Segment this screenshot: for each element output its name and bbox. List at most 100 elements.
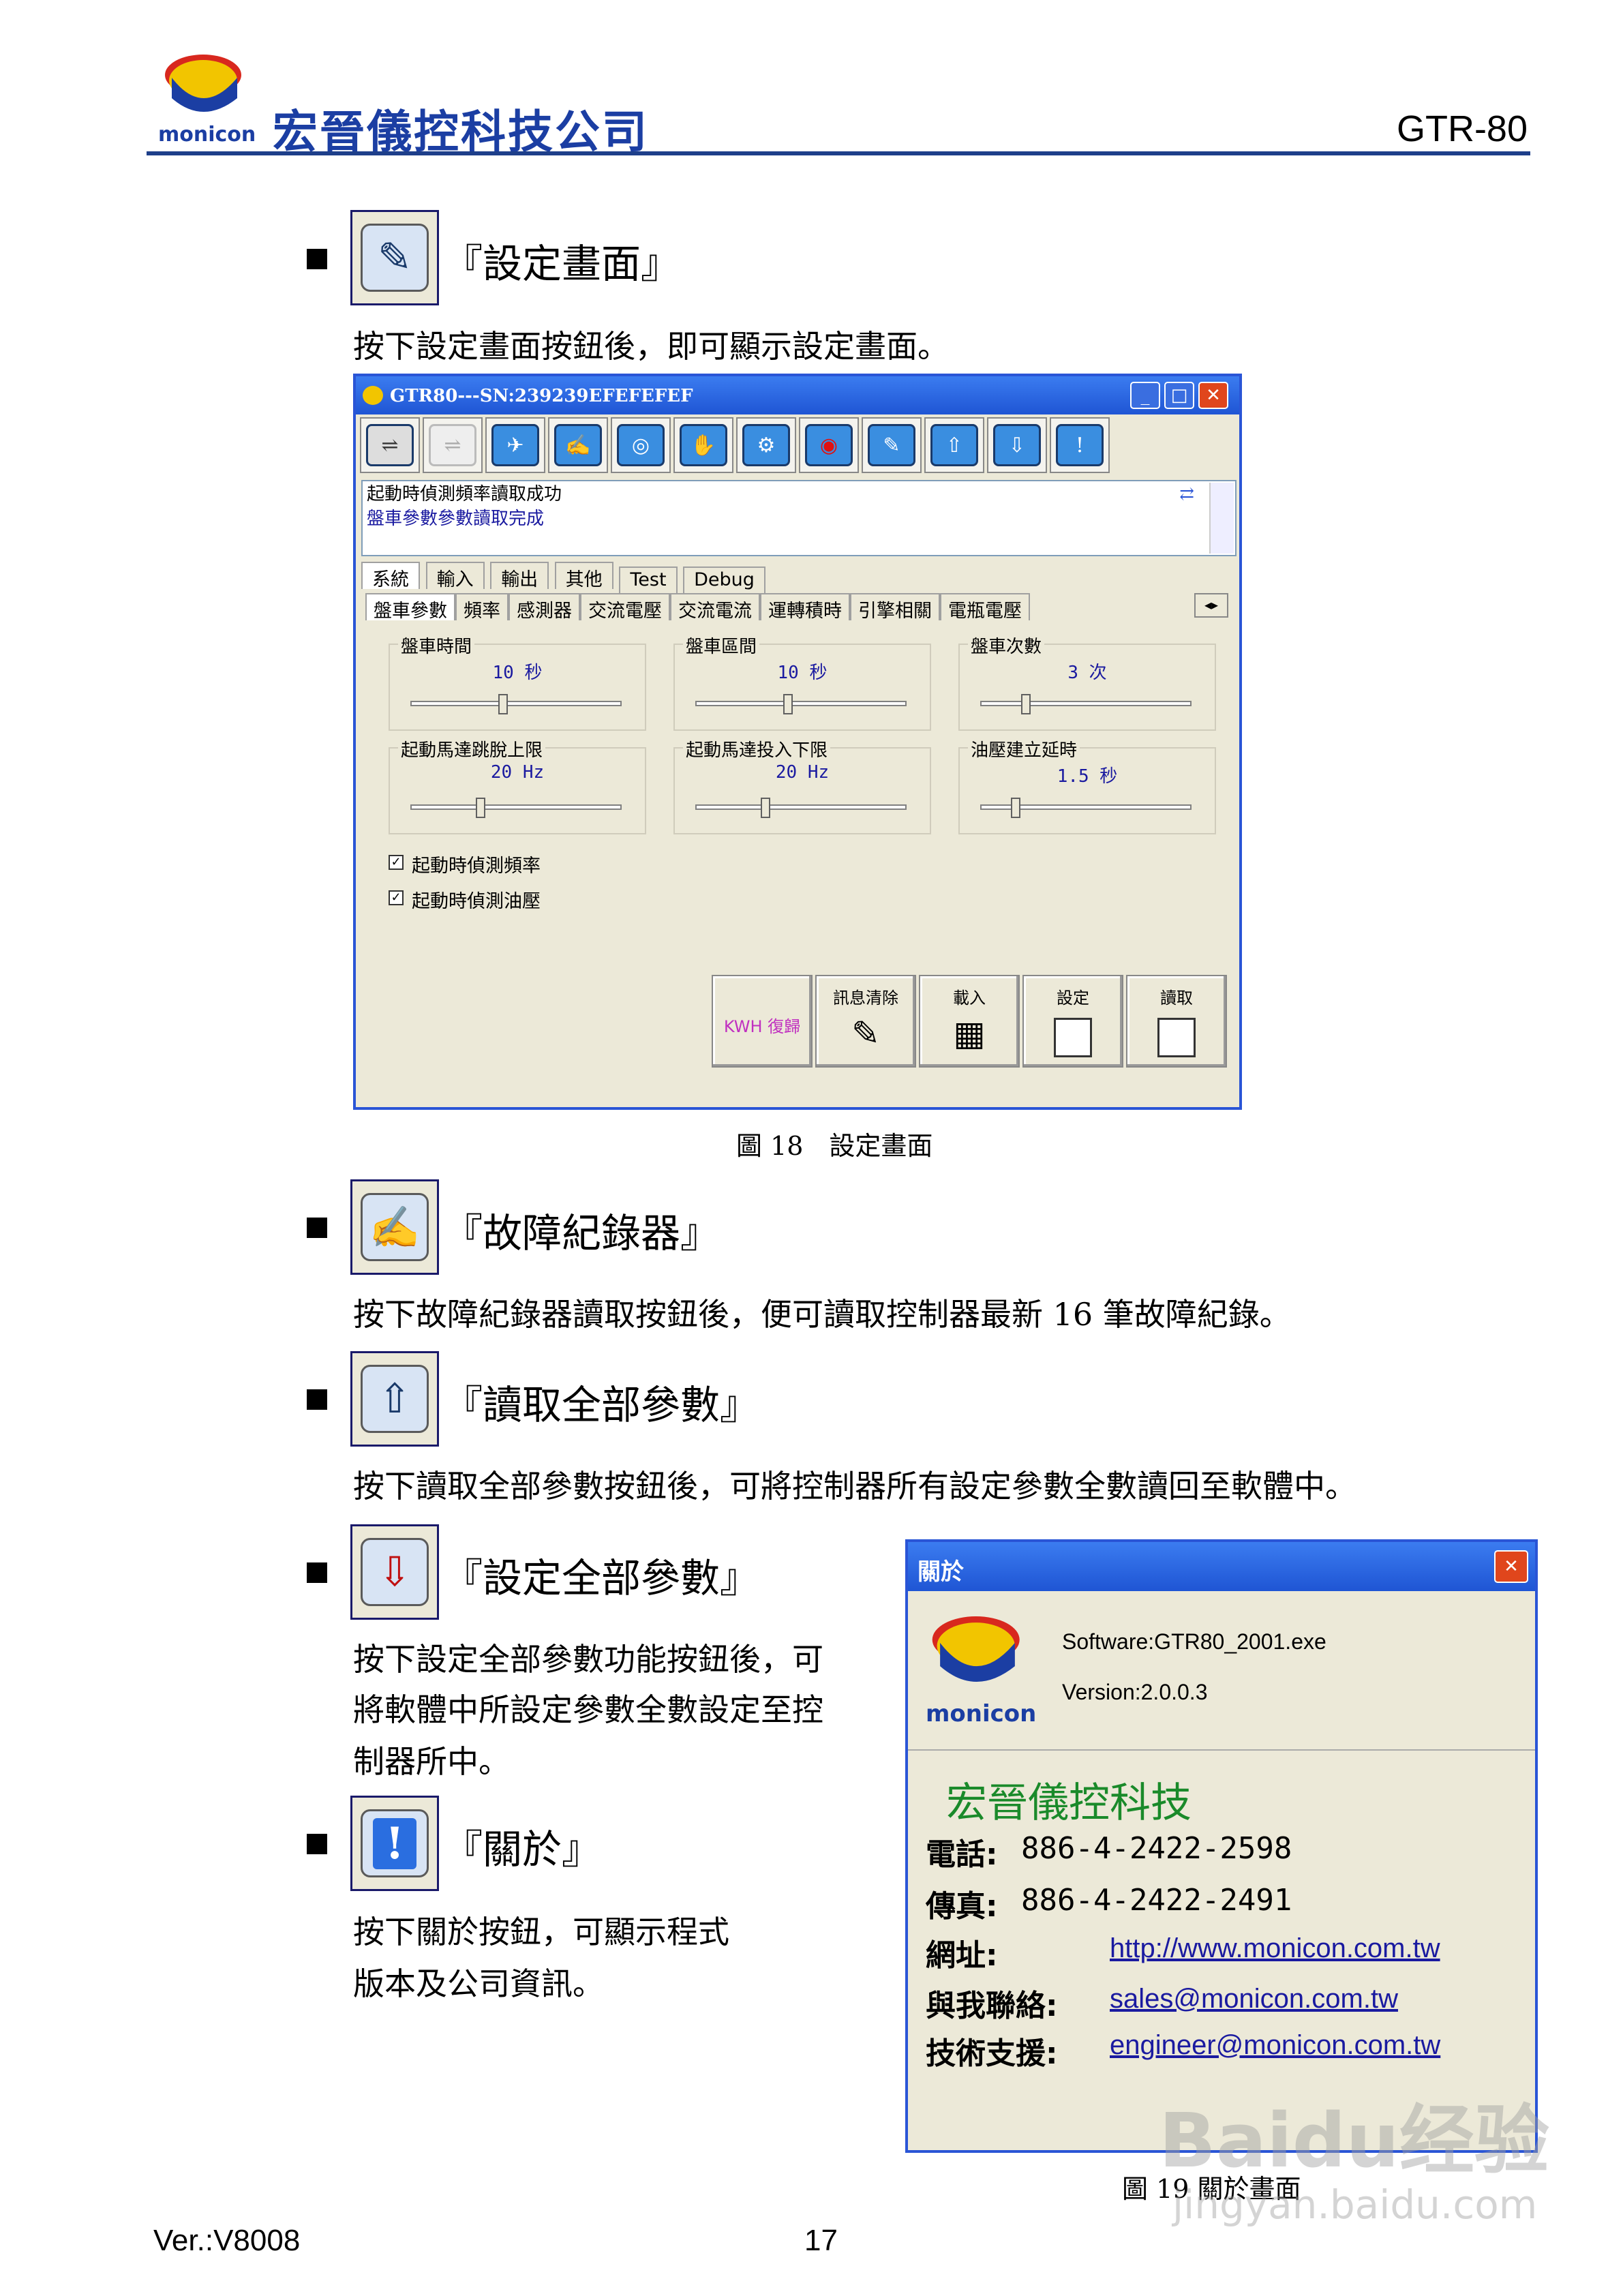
toolbar-connect-button[interactable]: ⇌ bbox=[360, 417, 420, 473]
toolbar-settings-button[interactable]: ✎ bbox=[862, 417, 922, 473]
magnifier-document-icon bbox=[1157, 1018, 1196, 1057]
fault-recorder-button[interactable]: ✍ bbox=[350, 1179, 439, 1275]
tabs-main: 系統 輸入 輸出 其他 Test Debug bbox=[361, 562, 1237, 594]
settings-button[interactable]: ✎ bbox=[350, 210, 439, 305]
support-link[interactable]: engineer@monicon.com.tw bbox=[1110, 2030, 1440, 2061]
web-link[interactable]: http://www.monicon.com.tw bbox=[1110, 1933, 1440, 1964]
slider-thumb[interactable] bbox=[1021, 694, 1031, 714]
toolbar-tool6-button[interactable]: ✋ bbox=[673, 417, 733, 473]
load-button[interactable]: 載入 ▦ bbox=[919, 975, 1020, 1068]
set-all-button[interactable]: ⇩ bbox=[350, 1524, 439, 1620]
toolbar-set-all-button[interactable]: ⇩ bbox=[987, 417, 1047, 473]
checkbox[interactable]: ✓ bbox=[389, 855, 404, 870]
tabs-sub: 盤車參數 頻率 感測器 交流電壓 交流電流 運轉積時 引擎相關 電瓶電壓 bbox=[365, 593, 1231, 622]
slider-group: 油壓建立延時 1.5 秒 bbox=[958, 736, 1216, 834]
slider-group: 盤車時間 10 秒 bbox=[389, 633, 646, 731]
toolbar-tool5-button[interactable]: ◎ bbox=[611, 417, 671, 473]
watermark-brand: Baidu经验 bbox=[1159, 2097, 1549, 2184]
slider-track[interactable] bbox=[695, 701, 907, 706]
about-close-button[interactable]: ✕ bbox=[1494, 1550, 1528, 1583]
slider-thumb[interactable] bbox=[761, 798, 770, 818]
tab-input[interactable]: 輸入 bbox=[425, 562, 485, 590]
read-all-button[interactable]: ⇧ bbox=[350, 1351, 439, 1447]
toolbar-tool3-button[interactable]: ✈ bbox=[485, 417, 545, 473]
web-label: 網址: bbox=[926, 1938, 998, 1973]
bullet bbox=[307, 1389, 327, 1410]
slider-track[interactable] bbox=[410, 701, 622, 706]
toolbar-monitor-button[interactable]: ◉ bbox=[799, 417, 859, 473]
slider-track[interactable] bbox=[695, 804, 907, 810]
tab-engine[interactable]: 引擎相關 bbox=[850, 593, 940, 622]
close-button[interactable]: ✕ bbox=[1198, 382, 1228, 409]
header-divider bbox=[147, 151, 1530, 155]
message-line: 盤車參數參數讀取完成 bbox=[367, 509, 545, 529]
tab-run-hours[interactable]: 運轉積時 bbox=[760, 593, 850, 622]
slider-thumb[interactable] bbox=[783, 694, 793, 714]
fax-label: 傳真: bbox=[926, 1889, 998, 1924]
clear-messages-button[interactable]: 訊息清除 ✎ bbox=[815, 975, 916, 1068]
settings-desc: 按下設定畫面按鈕後，即可顯示設定畫面。 bbox=[353, 328, 949, 365]
about-desc-line: 按下關於按鈕，可顯示程式 bbox=[353, 1914, 729, 1950]
about-desc-line: 版本及公司資訊。 bbox=[353, 1965, 604, 2002]
slider-group: 起動馬達跳脫上限 20 Hz bbox=[389, 736, 646, 834]
tab-sensor[interactable]: 感測器 bbox=[509, 593, 580, 622]
bullet bbox=[307, 1562, 327, 1583]
contact-link[interactable]: sales@monicon.com.tw bbox=[1110, 1984, 1398, 2014]
fax-value: 886-4-2422-2491 bbox=[1021, 1883, 1292, 1918]
kwh-reset-button[interactable]: KWH 復歸 bbox=[712, 975, 813, 1068]
tab-scroll-arrows[interactable]: ◂▸ bbox=[1194, 593, 1228, 618]
slider-value: 10 秒 bbox=[492, 663, 543, 683]
maximize-button[interactable]: □ bbox=[1164, 382, 1194, 409]
set-all-title: 『設定全部參數』 bbox=[443, 1555, 760, 1601]
software-name: Software:GTR80_2001.exe bbox=[1062, 1629, 1326, 1654]
set-all-desc-line: 制器所中。 bbox=[353, 1743, 510, 1780]
about-dialog: 關於 ✕ monicon Software:GTR80_2001.exe Ver… bbox=[905, 1539, 1538, 2153]
tab-output[interactable]: 輸出 bbox=[490, 562, 549, 590]
set-label: 設定 bbox=[1057, 988, 1089, 1008]
tab-system[interactable]: 系統 bbox=[361, 562, 420, 590]
toolbar-disconnect-button[interactable]: ⇌ bbox=[423, 417, 483, 473]
tab-cranking-params[interactable]: 盤車參數 bbox=[365, 593, 455, 622]
slider-group-label: 起動馬達投入下限 bbox=[683, 736, 831, 761]
tab-other[interactable]: 其他 bbox=[554, 562, 613, 590]
tab-battery-voltage[interactable]: 電瓶電壓 bbox=[940, 593, 1030, 622]
tab-ac-current[interactable]: 交流電流 bbox=[670, 593, 760, 622]
eraser-icon: ✎ bbox=[851, 1014, 880, 1053]
tab-frequency[interactable]: 頻率 bbox=[455, 593, 509, 622]
footer-version: Ver.:V8008 bbox=[153, 2224, 301, 2257]
app-icon bbox=[363, 386, 383, 405]
checkbox[interactable]: ✓ bbox=[389, 890, 404, 905]
exclamation-icon: ! bbox=[372, 1817, 417, 1869]
slider-track[interactable] bbox=[980, 701, 1192, 706]
tab-test[interactable]: Test bbox=[619, 567, 678, 594]
figure-caption: 圖 18 設定畫面 bbox=[736, 1131, 933, 1161]
set-all-desc-line: 按下設定全部參數功能按鈕後，可 bbox=[353, 1641, 823, 1678]
slider-thumb[interactable] bbox=[498, 694, 508, 714]
set-button[interactable]: 設定 bbox=[1022, 975, 1123, 1068]
scrollbar[interactable] bbox=[1209, 483, 1234, 554]
toolbar-tool4-button[interactable]: ✍ bbox=[548, 417, 608, 473]
read-label: 讀取 bbox=[1160, 988, 1193, 1008]
bullet bbox=[307, 1218, 327, 1238]
slider-track[interactable] bbox=[410, 804, 622, 810]
settings-title: 『設定畫面』 bbox=[443, 241, 681, 287]
minimize-button[interactable]: _ bbox=[1130, 382, 1160, 409]
about-title: 『關於』 bbox=[443, 1826, 602, 1873]
contact-label: 與我聯絡: bbox=[926, 1989, 1058, 2023]
bullet bbox=[307, 1834, 327, 1854]
slider-value: 20 Hz bbox=[490, 762, 545, 783]
slider-value: 1.5 秒 bbox=[1057, 766, 1118, 787]
checkbox-label: 起動時偵測頻率 bbox=[412, 856, 541, 877]
toolbar-tool7-button[interactable]: ⚙ bbox=[736, 417, 796, 473]
toolbar-about-button[interactable]: ! bbox=[1050, 417, 1110, 473]
tab-ac-voltage[interactable]: 交流電壓 bbox=[580, 593, 670, 622]
read-button[interactable]: 讀取 bbox=[1126, 975, 1227, 1068]
slider-group: 盤車次數 3 次 bbox=[958, 633, 1216, 731]
watermark-url: jingyan.baidu.com bbox=[1172, 2181, 1538, 2228]
slider-thumb[interactable] bbox=[476, 798, 485, 818]
toolbar: ⇌ ⇌ ✈ ✍ ◎ ✋ ⚙ ◉ ✎ ⇧ ⇩ ! bbox=[360, 417, 1239, 479]
tab-debug[interactable]: Debug bbox=[683, 567, 765, 594]
slider-thumb[interactable] bbox=[1011, 798, 1020, 818]
about-button[interactable]: ! bbox=[350, 1796, 439, 1891]
toolbar-read-all-button[interactable]: ⇧ bbox=[924, 417, 984, 473]
